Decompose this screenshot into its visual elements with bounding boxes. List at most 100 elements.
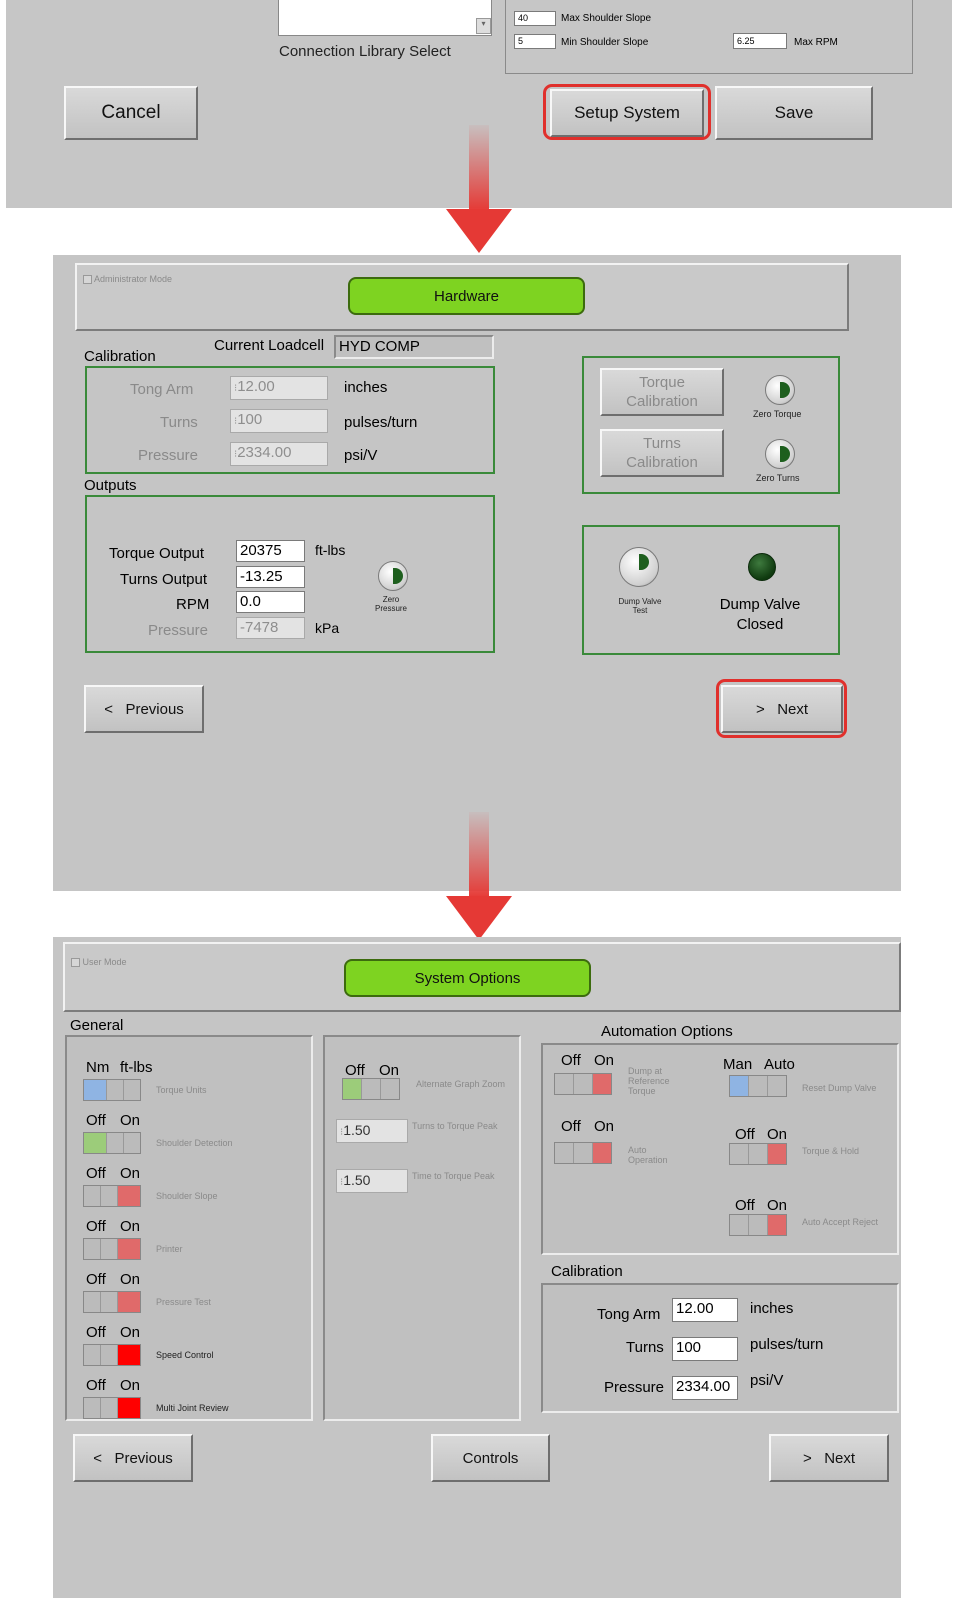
turns-cal-line1: Turns xyxy=(643,435,681,452)
general-toggle[interactable] xyxy=(83,1079,141,1101)
cal-turns-field[interactable]: 100 xyxy=(672,1337,738,1361)
turns-output-label: Turns Output xyxy=(120,571,207,588)
turns-to-peak-field[interactable]: ⁝1.50 xyxy=(336,1119,408,1143)
zero-turns-knob-icon[interactable] xyxy=(765,439,795,469)
general-toggle[interactable] xyxy=(83,1291,141,1313)
user-mode-checkbox[interactable]: User Mode xyxy=(71,957,127,968)
dump-valve-status-line2: Closed xyxy=(736,616,784,633)
dump-ref-off-label: Off xyxy=(561,1052,581,1069)
auto-op-label: Auto Operation xyxy=(628,1145,668,1165)
options-calibration-label: Calibration xyxy=(551,1263,623,1280)
alt-graph-zoom-toggle[interactable] xyxy=(342,1078,400,1100)
dump-valve-test-knob-icon[interactable] xyxy=(619,547,659,587)
connection-library-list[interactable] xyxy=(278,0,492,36)
torque-output-field: 20375 xyxy=(236,540,305,562)
auto-op-toggle[interactable] xyxy=(554,1142,612,1164)
flow-arrow-icon xyxy=(446,812,512,942)
automation-section-label: Automation Options xyxy=(601,1023,733,1040)
general-toggle[interactable] xyxy=(83,1344,141,1366)
turns-calibration-button[interactable]: Turns Calibration xyxy=(600,429,724,477)
pressure-value: 2334.00 xyxy=(237,444,292,461)
dump-valve-box xyxy=(582,525,840,655)
reset-dump-toggle[interactable] xyxy=(729,1075,787,1097)
general-toggle[interactable] xyxy=(83,1185,141,1207)
tong-arm-label: Tong Arm xyxy=(130,381,194,398)
dump-valve-test-line1: Dump Valve xyxy=(618,597,662,606)
zero-pressure-knob-icon[interactable] xyxy=(378,561,408,591)
max-rpm-field[interactable]: 6.25 xyxy=(733,33,787,49)
toggle-left-label: Off xyxy=(86,1271,106,1288)
turns-unit: pulses/turn xyxy=(344,414,418,431)
options-previous-button[interactable]: < Previous xyxy=(73,1434,193,1482)
min-shoulder-slope-field[interactable]: 5 xyxy=(514,34,556,49)
zero-turns-label: Zero Turns xyxy=(756,473,800,483)
torque-hold-on-label: On xyxy=(767,1126,788,1143)
zero-pressure-label: Zero Pressure xyxy=(375,595,407,613)
previous-button[interactable]: < Previous xyxy=(84,685,204,733)
cal-tong-unit: inches xyxy=(750,1300,794,1317)
toggle-right-label: On xyxy=(120,1112,141,1129)
toggle-right-label: On xyxy=(120,1377,141,1394)
admin-mode-checkbox[interactable]: Administrator Mode xyxy=(83,274,172,285)
cal-tong-label: Tong Arm xyxy=(597,1306,661,1323)
auto-accept-on-label: On xyxy=(767,1197,788,1214)
user-mode-label: User Mode xyxy=(82,957,127,967)
toggle-left-label: Off xyxy=(86,1377,106,1394)
dump-ref-toggle[interactable] xyxy=(554,1073,612,1095)
torque-calibration-button[interactable]: Torque Calibration xyxy=(600,368,724,416)
zero-torque-knob-icon[interactable] xyxy=(765,375,795,405)
system-options-panel: User Mode System Options General Off On … xyxy=(53,937,901,1598)
cal-turns-label: Turns xyxy=(626,1339,664,1356)
cal-turns-unit: pulses/turn xyxy=(750,1336,824,1353)
dump-valve-indicator-icon xyxy=(748,553,776,581)
cal-tong-field[interactable]: 12.00 xyxy=(672,1298,738,1322)
cancel-button[interactable]: Cancel xyxy=(64,86,198,140)
auto-accept-toggle[interactable] xyxy=(729,1214,787,1236)
cal-pressure-label: Pressure xyxy=(604,1379,665,1396)
toggle-left-label: Nm xyxy=(86,1059,110,1076)
dump-valve-test-line2: Test xyxy=(632,606,648,615)
turns-output-field: -13.25 xyxy=(236,566,305,588)
time-to-peak-field[interactable]: ⁝1.50 xyxy=(336,1169,408,1193)
dump-ref-on-label: On xyxy=(594,1052,615,1069)
current-loadcell-value: HYD COMP xyxy=(334,335,494,359)
torque-hold-off-label: Off xyxy=(735,1126,755,1143)
auto-op-off-label: Off xyxy=(561,1118,581,1135)
toggle-left-label: Off xyxy=(86,1165,106,1182)
controls-button[interactable]: Controls xyxy=(431,1434,550,1482)
reset-dump-man-label: Man xyxy=(723,1056,753,1073)
general-toggle[interactable] xyxy=(83,1132,141,1154)
current-loadcell-label: Current Loadcell xyxy=(214,337,325,354)
dump-valve-status: Dump Valve Closed xyxy=(720,595,801,635)
tong-arm-field[interactable]: ⁝12.00 xyxy=(230,376,328,400)
general-toggle[interactable] xyxy=(83,1397,141,1419)
outputs-section-label: Outputs xyxy=(84,477,137,494)
torque-cal-line2: Calibration xyxy=(626,393,698,410)
general-toggle-label: Pressure Test xyxy=(156,1297,211,1307)
dump-ref-label: Dump at Reference Torque xyxy=(628,1066,670,1096)
toggle-right-label: On xyxy=(120,1271,141,1288)
tong-arm-unit: inches xyxy=(344,379,388,396)
zero-torque-label: Zero Torque xyxy=(753,409,802,419)
rpm-field: 0.0 xyxy=(236,591,305,613)
general-toggle-label: Multi Joint Review xyxy=(156,1403,229,1413)
general-toggle-label: Shoulder Slope xyxy=(156,1191,218,1201)
alt-graph-on-label: On xyxy=(379,1062,400,1079)
turns-cal-line2: Calibration xyxy=(626,454,698,471)
options-next-button[interactable]: > Next xyxy=(769,1434,889,1482)
general-toggle[interactable] xyxy=(83,1238,141,1260)
general-toggle-label: Speed Control xyxy=(156,1350,214,1360)
torque-hold-toggle[interactable] xyxy=(729,1143,787,1165)
max-shoulder-slope-label: Max Shoulder Slope xyxy=(561,13,652,24)
max-shoulder-slope-field[interactable]: 40 xyxy=(514,11,556,26)
time-to-peak-label: Time to Torque Peak xyxy=(412,1171,495,1181)
connection-library-label: Connection Library Select xyxy=(279,43,451,60)
save-button[interactable]: Save xyxy=(715,86,873,140)
list-scrollbar[interactable]: ▾ xyxy=(476,18,491,34)
pressure-field[interactable]: ⁝2334.00 xyxy=(230,442,328,466)
cal-pressure-field[interactable]: 2334.00 xyxy=(672,1376,738,1400)
time-to-peak-value: 1.50 xyxy=(343,1172,371,1188)
turns-field[interactable]: ⁝100 xyxy=(230,409,328,433)
auto-accept-off-label: Off xyxy=(735,1197,755,1214)
turns-label: Turns xyxy=(160,414,198,431)
